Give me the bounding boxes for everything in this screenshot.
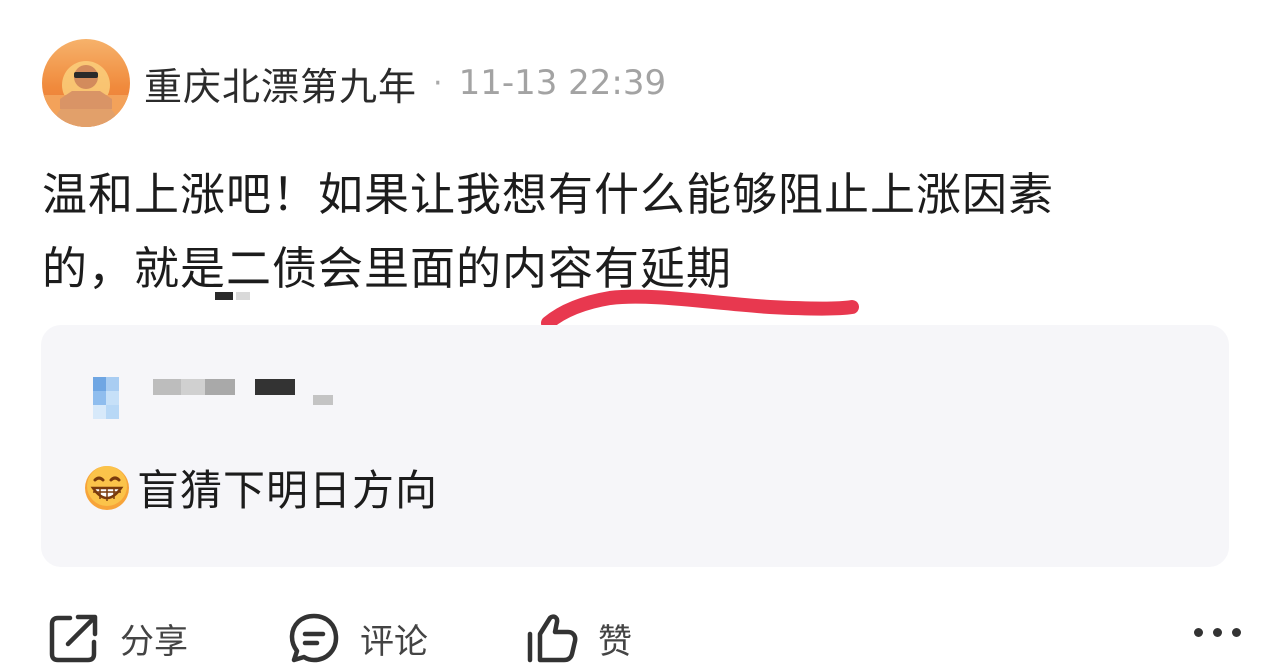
post-body-line: 温和上涨吧！如果让我想有什么能够阻止上涨因素 <box>42 168 1055 221</box>
post-timestamp: 11-13 22:39 <box>458 63 667 103</box>
thumbs-up-icon <box>527 614 578 663</box>
meta-separator: · <box>433 65 443 101</box>
post-header: 重庆北漂第九年 · 11-13 22:39 <box>42 38 666 128</box>
redacted-mark <box>236 292 250 300</box>
quoted-post-text: 盲猜下明日方向 <box>83 457 438 518</box>
share-icon <box>49 614 98 663</box>
quoted-author <box>93 377 333 419</box>
comment-button[interactable]: 评论 <box>286 610 428 666</box>
quoted-text-label: 盲猜下明日方向 <box>137 466 439 515</box>
like-label: 赞 <box>598 621 632 662</box>
comment-label: 评论 <box>360 621 428 662</box>
author-avatar[interactable] <box>42 39 130 127</box>
post-action-bar: 分享 评论 赞 <box>0 600 1277 667</box>
grinning-emoji-icon <box>85 465 129 510</box>
like-button[interactable]: 赞 <box>524 610 632 666</box>
quoted-author-avatar <box>93 377 133 419</box>
share-button[interactable]: 分享 <box>46 610 188 666</box>
redacted-mark <box>215 292 233 300</box>
more-dots-icon[interactable] <box>1194 628 1241 637</box>
author-name[interactable]: 重庆北漂第九年 <box>144 56 417 111</box>
post-body: 温和上涨吧！如果让我想有什么能够阻止上涨因素 的，就是二债会里面的内容有延期 <box>42 158 1222 306</box>
quoted-author-name-redacted <box>153 379 333 405</box>
share-label: 分享 <box>120 621 188 662</box>
quoted-post-card[interactable]: 盲猜下明日方向 <box>41 325 1229 567</box>
comment-icon <box>289 613 339 663</box>
